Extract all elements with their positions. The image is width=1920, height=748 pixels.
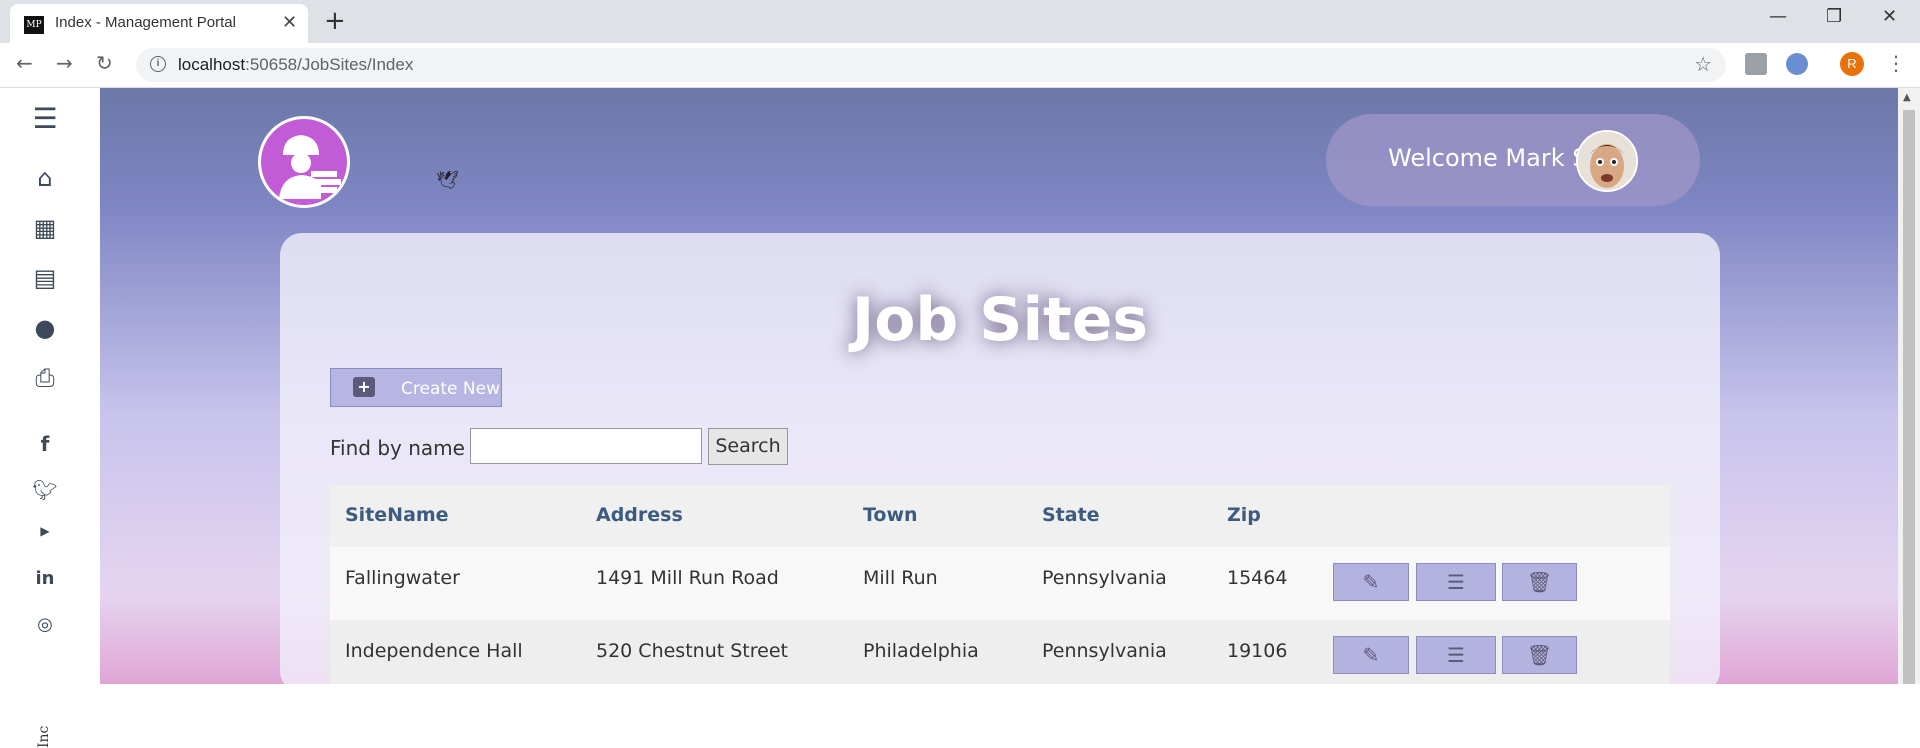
cell-zip: 15464	[1227, 567, 1288, 589]
user-avatar[interactable]	[1576, 130, 1638, 192]
new-tab-button[interactable]: +	[324, 6, 346, 36]
cell-address: 1491 Mill Run Road	[596, 567, 779, 589]
face-icon	[1578, 132, 1636, 190]
header-zip[interactable]: Zip	[1227, 504, 1261, 526]
header-sitename[interactable]: SiteName	[345, 504, 449, 526]
details-button[interactable]: ☰	[1416, 563, 1496, 601]
tab-title: Index - Management Portal	[55, 14, 236, 31]
browser-toolbar: ← → ↻ i localhost:50658/JobSites/Index ☆…	[0, 43, 1920, 88]
edit-button[interactable]: ✎	[1333, 563, 1409, 601]
menu-icon[interactable]: ☰	[24, 102, 66, 135]
cell-zip: 19106	[1227, 640, 1288, 662]
browser-tab[interactable]: MP Index - Management Portal ✕	[10, 4, 308, 43]
find-label: Find by name :	[330, 436, 479, 460]
job-sites-table: SiteName Address Town State Zip Fallingw…	[330, 485, 1670, 684]
forward-icon[interactable]: →	[56, 51, 73, 75]
cell-address: 520 Chestnut Street	[596, 640, 788, 662]
create-new-label: Create New	[401, 379, 500, 399]
main-content: 🕊︎ Welcome Mark S Job Sites + Create New…	[100, 88, 1898, 684]
youtube-icon[interactable]: ▶	[24, 524, 66, 538]
url-path: :50658/JobSites/Index	[245, 55, 414, 74]
table-header-row: SiteName Address Town State Zip	[330, 485, 1670, 547]
bookmark-star-icon[interactable]: ☆	[1694, 52, 1712, 76]
back-icon[interactable]: ←	[16, 51, 33, 75]
page-title: Job Sites	[851, 285, 1149, 355]
worker-icon	[279, 135, 341, 199]
extension-icon-2[interactable]	[1786, 53, 1808, 75]
list-icon: ☰	[1447, 643, 1465, 667]
bird-decoration-icon: 🕊︎	[436, 170, 459, 191]
scroll-thumb[interactable]	[1903, 110, 1915, 684]
scroll-up-icon[interactable]: ▲	[1903, 92, 1911, 103]
cell-town: Philadelphia	[863, 640, 979, 662]
pencil-icon: ✎	[1362, 643, 1380, 667]
trash-icon: 🗑︎	[1526, 643, 1553, 667]
cell-sitename: Independence Hall	[345, 640, 523, 662]
extension-icon[interactable]	[1745, 53, 1767, 75]
create-new-button[interactable]: + Create New	[330, 368, 502, 407]
cell-state: Pennsylvania	[1042, 567, 1167, 589]
cell-state: Pennsylvania	[1042, 640, 1167, 662]
welcome-text: Welcome Mark S	[1388, 144, 1588, 172]
pencil-icon: ✎	[1362, 570, 1380, 594]
welcome-badge: Welcome Mark S	[1326, 114, 1700, 206]
address-bar[interactable]: i localhost:50658/JobSites/Index ☆	[136, 48, 1726, 82]
delete-button[interactable]: 🗑︎	[1502, 563, 1577, 601]
home-icon[interactable]: ⌂	[24, 164, 66, 192]
print-icon[interactable]: ⎙	[24, 364, 66, 392]
instagram-icon[interactable]: ◎	[24, 614, 66, 635]
builder-logo-icon[interactable]	[258, 116, 350, 208]
trash-icon: 🗑︎	[1526, 570, 1553, 594]
favicon-icon: MP	[24, 16, 44, 34]
info-icon[interactable]: i	[150, 56, 166, 72]
table-row: Independence Hall 520 Chestnut Street Ph…	[330, 620, 1670, 684]
header-state[interactable]: State	[1042, 504, 1100, 526]
cell-sitename: Fallingwater	[345, 567, 460, 589]
browser-menu-icon[interactable]: ⋮	[1886, 51, 1906, 75]
content-card: Job Sites + Create New Find by name : Se…	[280, 233, 1720, 684]
delete-button[interactable]: 🗑︎	[1502, 636, 1577, 674]
sidebar-vertical-text: Inc	[36, 725, 52, 748]
url-host: localhost	[178, 55, 246, 74]
table-row: Fallingwater 1491 Mill Run Road Mill Run…	[330, 547, 1670, 620]
list-icon: ☰	[1447, 570, 1465, 594]
linkedin-icon[interactable]: in	[24, 568, 66, 589]
facebook-icon[interactable]: f	[24, 432, 66, 456]
calendar-icon[interactable]: ▦	[24, 214, 66, 242]
details-button[interactable]: ☰	[1416, 636, 1496, 674]
search-button[interactable]: Search	[708, 428, 788, 465]
search-input[interactable]	[470, 428, 702, 464]
minimize-icon[interactable]: —	[1769, 6, 1787, 27]
profile-avatar[interactable]: R	[1840, 52, 1864, 76]
plus-square-icon: +	[353, 377, 375, 397]
cell-town: Mill Run	[863, 567, 938, 589]
url-text[interactable]: localhost:50658/JobSites/Index	[178, 55, 413, 75]
browser-tabbar: MP Index - Management Portal ✕ + — ❐ ✕	[0, 0, 1920, 43]
reload-icon[interactable]: ↻	[96, 51, 113, 75]
comments-icon[interactable]: ●	[24, 314, 66, 342]
page-scrollbar[interactable]: ▲	[1898, 88, 1920, 684]
close-tab-icon[interactable]: ✕	[282, 12, 297, 33]
header-town[interactable]: Town	[863, 504, 918, 526]
window-close-icon[interactable]: ✕	[1882, 6, 1897, 27]
sidebar: ☰ ⌂ ▦ ▤ ● ⎙ f 🐦︎ ▶ in ◎ Inc	[0, 88, 100, 748]
edit-button[interactable]: ✎	[1333, 636, 1409, 674]
twitter-icon[interactable]: 🐦︎	[24, 478, 66, 502]
newspaper-icon[interactable]: ▤	[24, 264, 66, 292]
header-address[interactable]: Address	[596, 504, 683, 526]
restore-icon[interactable]: ❐	[1826, 6, 1842, 27]
